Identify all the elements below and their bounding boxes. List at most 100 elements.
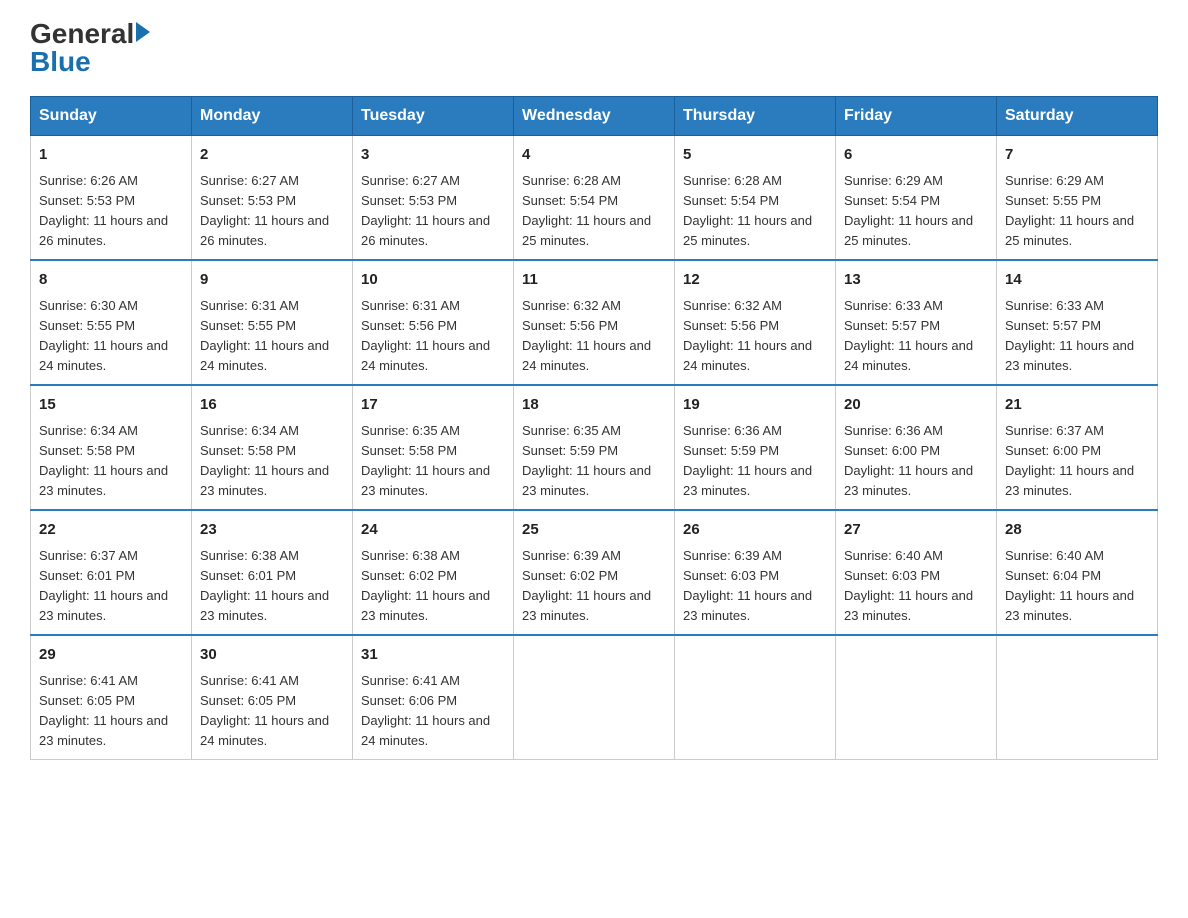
day-number: 1 [39, 144, 183, 167]
day-info: Sunrise: 6:33 AMSunset: 5:57 PMDaylight:… [1005, 298, 1134, 373]
day-number: 4 [522, 144, 666, 167]
header-sunday: Sunday [31, 97, 192, 136]
day-number: 17 [361, 394, 505, 417]
day-number: 23 [200, 519, 344, 542]
day-info: Sunrise: 6:32 AMSunset: 5:56 PMDaylight:… [683, 298, 812, 373]
logo-arrow-icon [136, 22, 150, 42]
calendar-cell: 18 Sunrise: 6:35 AMSunset: 5:59 PMDayligh… [514, 385, 675, 510]
calendar-cell: 19 Sunrise: 6:36 AMSunset: 5:59 PMDayligh… [675, 385, 836, 510]
calendar-cell: 20 Sunrise: 6:36 AMSunset: 6:00 PMDayligh… [836, 385, 997, 510]
day-number: 9 [200, 269, 344, 292]
day-info: Sunrise: 6:31 AMSunset: 5:55 PMDaylight:… [200, 298, 329, 373]
header-friday: Friday [836, 97, 997, 136]
calendar-cell: 21 Sunrise: 6:37 AMSunset: 6:00 PMDayligh… [997, 385, 1158, 510]
day-info: Sunrise: 6:29 AMSunset: 5:54 PMDaylight:… [844, 173, 973, 248]
header-tuesday: Tuesday [353, 97, 514, 136]
calendar-cell: 31Sunrise: 6:41 AMSunset: 6:06 PMDayligh… [353, 635, 514, 760]
day-info: Sunrise: 6:37 AMSunset: 6:01 PMDaylight:… [39, 548, 168, 623]
day-number: 6 [844, 144, 988, 167]
day-number: 21 [1005, 394, 1149, 417]
day-number: 22 [39, 519, 183, 542]
calendar-cell [675, 635, 836, 760]
day-number: 5 [683, 144, 827, 167]
day-info: Sunrise: 6:36 AMSunset: 6:00 PMDaylight:… [844, 423, 973, 498]
day-info: Sunrise: 6:40 AMSunset: 6:04 PMDaylight:… [1005, 548, 1134, 623]
calendar-cell [836, 635, 997, 760]
day-number: 13 [844, 269, 988, 292]
day-number: 27 [844, 519, 988, 542]
week-row-5: 29 Sunrise: 6:41 AMSunset: 6:05 PMDayligh… [31, 635, 1158, 760]
day-number: 2 [200, 144, 344, 167]
calendar-cell: 12Sunrise: 6:32 AMSunset: 5:56 PMDayligh… [675, 260, 836, 385]
day-number: 3 [361, 144, 505, 167]
day-info: Sunrise: 6:26 AMSunset: 5:53 PMDaylight:… [39, 173, 168, 248]
day-info: Sunrise: 6:38 AMSunset: 6:02 PMDaylight:… [361, 548, 490, 623]
day-info: Sunrise: 6:28 AMSunset: 5:54 PMDaylight:… [522, 173, 651, 248]
header-row: SundayMondayTuesdayWednesdayThursdayFrid… [31, 97, 1158, 136]
day-info: Sunrise: 6:40 AMSunset: 6:03 PMDaylight:… [844, 548, 973, 623]
day-info: Sunrise: 6:27 AMSunset: 5:53 PMDaylight:… [361, 173, 490, 248]
calendar-cell: 4 Sunrise: 6:28 AMSunset: 5:54 PMDaylight… [514, 136, 675, 261]
day-number: 26 [683, 519, 827, 542]
calendar-cell: 8 Sunrise: 6:30 AMSunset: 5:55 PMDaylight… [31, 260, 192, 385]
day-number: 18 [522, 394, 666, 417]
day-number: 7 [1005, 144, 1149, 167]
header-monday: Monday [192, 97, 353, 136]
calendar-cell: 5 Sunrise: 6:28 AMSunset: 5:54 PMDaylight… [675, 136, 836, 261]
day-number: 8 [39, 269, 183, 292]
day-number: 19 [683, 394, 827, 417]
week-row-1: 1 Sunrise: 6:26 AMSunset: 5:53 PMDaylight… [31, 136, 1158, 261]
header-wednesday: Wednesday [514, 97, 675, 136]
day-info: Sunrise: 6:39 AMSunset: 6:03 PMDaylight:… [683, 548, 812, 623]
page-header: General Blue [30, 20, 1158, 76]
calendar-cell: 27 Sunrise: 6:40 AMSunset: 6:03 PMDayligh… [836, 510, 997, 635]
day-info: Sunrise: 6:35 AMSunset: 5:59 PMDaylight:… [522, 423, 651, 498]
calendar-cell: 3 Sunrise: 6:27 AMSunset: 5:53 PMDaylight… [353, 136, 514, 261]
logo-blue: Blue [30, 48, 91, 76]
day-info: Sunrise: 6:27 AMSunset: 5:53 PMDaylight:… [200, 173, 329, 248]
calendar-cell [514, 635, 675, 760]
week-row-3: 15 Sunrise: 6:34 AMSunset: 5:58 PMDayligh… [31, 385, 1158, 510]
day-number: 30 [200, 644, 344, 667]
day-number: 29 [39, 644, 183, 667]
day-number: 11 [522, 269, 666, 292]
calendar-cell: 29 Sunrise: 6:41 AMSunset: 6:05 PMDayligh… [31, 635, 192, 760]
day-number: 14 [1005, 269, 1149, 292]
calendar-cell: 6 Sunrise: 6:29 AMSunset: 5:54 PMDaylight… [836, 136, 997, 261]
day-info: Sunrise: 6:36 AMSunset: 5:59 PMDaylight:… [683, 423, 812, 498]
calendar-cell: 26 Sunrise: 6:39 AMSunset: 6:03 PMDayligh… [675, 510, 836, 635]
day-info: Sunrise: 6:34 AMSunset: 5:58 PMDaylight:… [200, 423, 329, 498]
day-info: Sunrise: 6:28 AMSunset: 5:54 PMDaylight:… [683, 173, 812, 248]
calendar-cell: 1 Sunrise: 6:26 AMSunset: 5:53 PMDaylight… [31, 136, 192, 261]
day-number: 10 [361, 269, 505, 292]
calendar-cell: 7 Sunrise: 6:29 AMSunset: 5:55 PMDaylight… [997, 136, 1158, 261]
header-saturday: Saturday [997, 97, 1158, 136]
calendar-cell: 13Sunrise: 6:33 AMSunset: 5:57 PMDayligh… [836, 260, 997, 385]
calendar-cell: 15Sunrise: 6:34 AMSunset: 5:58 PMDayligh… [31, 385, 192, 510]
calendar-cell [997, 635, 1158, 760]
calendar-cell: 22 Sunrise: 6:37 AMSunset: 6:01 PMDayligh… [31, 510, 192, 635]
day-number: 15 [39, 394, 183, 417]
calendar-cell: 2 Sunrise: 6:27 AMSunset: 5:53 PMDaylight… [192, 136, 353, 261]
day-number: 24 [361, 519, 505, 542]
logo: General Blue [30, 20, 150, 76]
calendar-cell: 16Sunrise: 6:34 AMSunset: 5:58 PMDayligh… [192, 385, 353, 510]
day-info: Sunrise: 6:41 AMSunset: 6:05 PMDaylight:… [39, 673, 168, 748]
calendar-cell: 14 Sunrise: 6:33 AMSunset: 5:57 PMDayligh… [997, 260, 1158, 385]
calendar-cell: 24 Sunrise: 6:38 AMSunset: 6:02 PMDayligh… [353, 510, 514, 635]
day-info: Sunrise: 6:41 AMSunset: 6:06 PMDaylight:… [361, 673, 490, 748]
calendar-table: SundayMondayTuesdayWednesdayThursdayFrid… [30, 96, 1158, 760]
day-number: 25 [522, 519, 666, 542]
calendar-cell: 9 Sunrise: 6:31 AMSunset: 5:55 PMDaylight… [192, 260, 353, 385]
day-info: Sunrise: 6:29 AMSunset: 5:55 PMDaylight:… [1005, 173, 1134, 248]
logo-general: General [30, 20, 134, 48]
day-info: Sunrise: 6:30 AMSunset: 5:55 PMDaylight:… [39, 298, 168, 373]
day-number: 20 [844, 394, 988, 417]
calendar-cell: 25Sunrise: 6:39 AMSunset: 6:02 PMDayligh… [514, 510, 675, 635]
week-row-4: 22 Sunrise: 6:37 AMSunset: 6:01 PMDayligh… [31, 510, 1158, 635]
calendar-cell: 10Sunrise: 6:31 AMSunset: 5:56 PMDayligh… [353, 260, 514, 385]
header-thursday: Thursday [675, 97, 836, 136]
day-info: Sunrise: 6:37 AMSunset: 6:00 PMDaylight:… [1005, 423, 1134, 498]
day-info: Sunrise: 6:32 AMSunset: 5:56 PMDaylight:… [522, 298, 651, 373]
calendar-cell: 17Sunrise: 6:35 AMSunset: 5:58 PMDayligh… [353, 385, 514, 510]
